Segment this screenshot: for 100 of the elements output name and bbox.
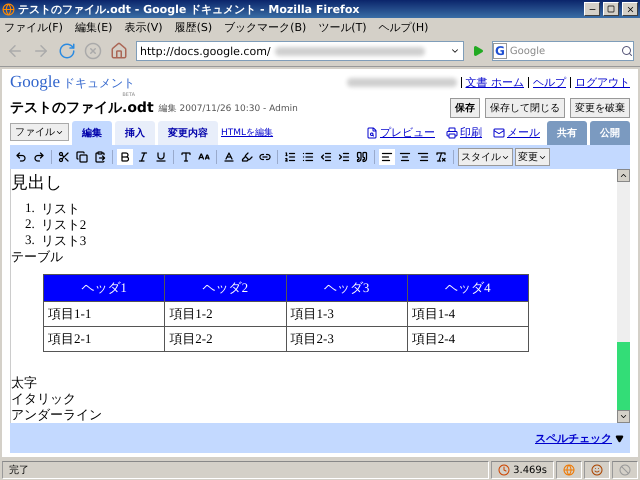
scroll-down-icon [619,412,628,421]
menu-item[interactable]: ファイル(F) [4,20,63,34]
table-cell: 項目1-2 [164,302,286,326]
menu-item[interactable]: 表示(V) [124,20,163,34]
user-link[interactable]: 文書 ホーム [466,74,524,90]
user-link[interactable]: ログアウト [575,74,630,90]
table-cell: 項目2-1 [44,326,165,352]
list-number: 1. [25,200,35,216]
menu-item[interactable]: 編集(E) [74,20,112,34]
minimize-button[interactable] [584,2,600,16]
paragraph-text: 太字 [11,374,38,390]
smiley-icon [591,464,603,476]
list-item: リスト2 [40,216,86,232]
status-text: 完了 [9,464,29,477]
edit-info: 編集 2007/11/26 10:30 - Admin [158,102,299,114]
globe-icon [563,464,575,476]
table-header: ヘッダ2 [164,274,286,302]
table-cell: 項目2-3 [286,326,408,352]
document-button[interactable]: 変更を破棄 [570,98,630,118]
maximize-button[interactable] [603,2,619,16]
search-field[interactable]: G Google [492,41,634,61]
table-cell: 項目1-3 [286,302,408,326]
scissors-icon [58,151,70,163]
mail-icon [493,126,505,138]
list-number: 2. [25,216,35,232]
maximize-icon [607,5,615,13]
home-icon[interactable] [110,42,128,60]
table-header: ヘッダ4 [407,274,528,302]
redo-icon [33,151,45,163]
copy-icon [76,151,88,163]
timer-icon [498,464,510,476]
tab[interactable]: 変更内容 [158,121,218,145]
paste-icon [94,151,106,163]
scrollbar[interactable] [617,169,630,423]
quote-button[interactable] [354,149,370,165]
quote-icon [356,151,368,163]
tab[interactable]: 挿入 [115,121,155,145]
search-icon [621,45,633,57]
indent-icon [338,151,350,163]
bullet-list-icon [302,151,314,163]
link-icon [259,151,271,163]
align-right-icon [417,151,429,163]
underline-icon [155,151,167,163]
table-cell: 項目2-4 [407,326,528,352]
action-link[interactable]: 印刷 [446,125,482,140]
preview-icon [366,126,378,138]
list-number: 3. [25,232,35,248]
paragraph-text: アンダーライン [11,406,103,422]
align-left-button[interactable] [379,149,395,165]
table-cell: 項目2-2 [164,326,286,352]
scroll-thumb[interactable] [617,342,630,410]
bold-icon [119,151,131,163]
address-field[interactable]: http://docs.google.com/ [136,41,464,61]
action-link[interactable]: プレビュー [366,125,435,140]
table-cell: 項目1-4 [407,302,528,326]
list-item: リスト3 [40,232,86,248]
document-button[interactable]: 保存して閉じる [485,98,565,118]
tab[interactable]: 編集 [72,121,112,145]
caret-icon [615,434,624,442]
search-engine-logo: G [493,43,507,59]
document-title: テストのファイル.odt [10,99,154,117]
scroll-up-icon [619,171,628,180]
table-cell: 項目1-1 [44,302,165,326]
search-placeholder: Google [510,46,546,56]
align-left-icon [381,151,393,163]
menu-item[interactable]: ヘルプ(H) [378,20,428,34]
url-text: http://docs.google.com/ [140,44,271,58]
highlighter-icon [241,151,253,163]
spellcheck-link[interactable]: スペルチェック [535,430,612,446]
menu-item[interactable]: 履歴(S) [174,20,212,34]
text-color-icon [223,151,235,163]
table-header: ヘッダ1 [44,274,165,302]
outdent-icon [320,151,332,163]
action-link[interactable]: メール [493,125,540,140]
printer-icon [446,126,458,138]
dropdown-button[interactable]: 変更 [515,148,550,166]
copy-button[interactable] [74,149,90,165]
menu-item[interactable]: ツール(T) [318,20,367,34]
bold-button[interactable] [117,149,133,165]
list-item: リスト [40,200,80,216]
clear-format-icon [435,151,447,163]
numbered-list-icon [284,151,296,163]
blocked-icon [619,464,631,476]
load-time: 3.469s [513,464,547,476]
italic-icon [137,151,149,163]
user-link[interactable]: ヘルプ [533,74,566,90]
heading-text: 見出し [11,172,63,194]
file-menu-button[interactable]: ファイル [10,123,69,141]
close-button[interactable] [622,2,638,16]
align-center-icon [399,151,411,163]
dropdown-button[interactable]: スタイル [458,148,513,166]
menu-item[interactable]: ブックマーク(B) [224,20,306,34]
window-title: テストのファイル.odt - Google ドキュメント - Mozilla Firefox [18,2,360,16]
paragraph-text: イタリック [11,390,77,406]
close-icon [626,4,634,14]
paragraph-text: テーブル [11,248,64,264]
html-edit-link[interactable]: HTMLを編集 [221,126,274,139]
font-icon [180,151,192,163]
document-button[interactable]: 保存 [450,98,480,118]
table-header: ヘッダ3 [286,274,408,302]
